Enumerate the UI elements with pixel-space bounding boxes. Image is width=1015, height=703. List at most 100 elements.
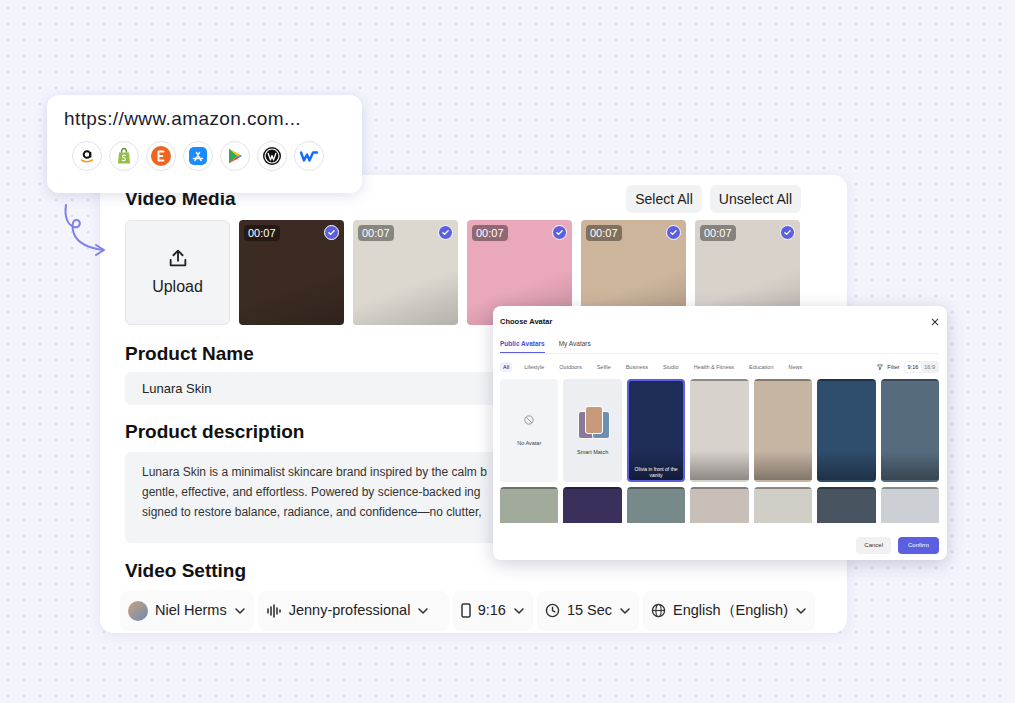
avatar-tile[interactable] (627, 487, 685, 523)
check-icon (783, 228, 792, 237)
clip-duration: 00:07 (586, 225, 622, 241)
media-clip[interactable]: 00:07 (353, 220, 458, 325)
voice-select-value: Jenny-professional (289, 600, 411, 622)
chevron-down-icon (619, 605, 631, 617)
settings-row: Niel Herms Jenny-professional 9:16 15 Sec En… (120, 591, 815, 631)
chevron-down-icon (795, 605, 807, 617)
avatar-tile[interactable] (817, 487, 875, 523)
upload-icon (167, 247, 189, 269)
platform-button[interactable] (183, 141, 213, 171)
chevron-down-icon (513, 605, 525, 617)
platform-button[interactable] (109, 141, 139, 171)
avatar-tile[interactable] (690, 487, 748, 523)
category-bar: All Lifestyle Outdoors Selfie Business Studio… (500, 361, 939, 373)
url-text[interactable]: https://www.amazon.com... (64, 107, 348, 132)
no-avatar-tile[interactable]: No Avatar (500, 379, 558, 482)
clip-duration: 00:07 (472, 225, 508, 241)
choose-avatar-dialog: Choose Avatar Public Avatars My Avatars All… (493, 306, 947, 560)
smart-match-tile[interactable]: Smart Match (563, 379, 621, 482)
ratio-option[interactable]: 16:9 (921, 362, 938, 372)
category-chip[interactable]: All (500, 362, 512, 372)
avatar-select-value: Niel Herms (155, 600, 227, 622)
cancel-button[interactable]: Cancel (856, 537, 891, 554)
category-chip[interactable]: News (785, 362, 805, 372)
category-list: All Lifestyle Outdoors Selfie Business Studio… (500, 362, 805, 372)
wordpress-icon (262, 146, 282, 166)
ratio-toggle: 9:1616:9 (904, 361, 939, 373)
category-chip[interactable]: Studio (660, 362, 682, 372)
dialog-header: Choose Avatar (500, 316, 939, 327)
dialog-footer: Cancel Confirm (500, 537, 939, 554)
tile-label: Smart Match (577, 448, 608, 456)
clip-checkbox[interactable] (666, 225, 681, 240)
close-icon[interactable] (931, 318, 939, 326)
avatar-tile[interactable]: Olivia in front of the vanity (627, 379, 685, 482)
upload-button[interactable]: Upload (125, 220, 230, 325)
url-import-popup: https://www.amazon.com... (47, 95, 362, 193)
app-store-icon (188, 146, 208, 166)
filter-controls: Filter 9:1616:9 (877, 361, 939, 373)
filter-label: Filter (887, 363, 899, 371)
check-icon (441, 228, 450, 237)
clip-checkbox[interactable] (324, 225, 339, 240)
filter-icon (877, 364, 883, 370)
clip-checkbox[interactable] (552, 225, 567, 240)
category-chip[interactable]: Selfie (594, 362, 614, 372)
clock-icon (545, 603, 560, 618)
avatar-tile[interactable] (817, 379, 875, 482)
tile-caption: Olivia in front of the vanity (629, 466, 683, 478)
ratio-select[interactable]: 9:16 (453, 591, 533, 631)
platform-button[interactable] (220, 141, 250, 171)
duration-select[interactable]: 15 Sec (537, 591, 639, 631)
platform-button[interactable] (146, 141, 176, 171)
avatar-tab[interactable]: My Avatars (559, 339, 591, 353)
clip-checkbox[interactable] (780, 225, 795, 240)
platform-button[interactable] (294, 141, 324, 171)
category-chip[interactable]: Business (623, 362, 651, 372)
avatar-tile[interactable] (563, 487, 621, 523)
check-icon (555, 228, 564, 237)
avatar-thumbnail (128, 601, 148, 621)
avatar-tile[interactable] (754, 379, 812, 482)
voice-select[interactable]: Jenny-professional (258, 591, 449, 631)
filter-button[interactable]: Filter (877, 363, 899, 371)
category-chip[interactable]: Outdoors (556, 362, 585, 372)
clip-checkbox[interactable] (438, 225, 453, 240)
media-clip[interactable]: 00:07 (239, 220, 344, 325)
shopify-icon (114, 146, 134, 166)
unselect-all-button[interactable]: Unselect All (710, 185, 801, 213)
amazon-icon (77, 146, 97, 166)
category-chip[interactable]: Education (746, 362, 776, 372)
avatar-grid-scroll: No Avatar Smart Match Olivia in front of t… (500, 379, 939, 523)
platform-button[interactable] (257, 141, 287, 171)
platform-button[interactable] (72, 141, 102, 171)
avatar-tile[interactable] (500, 487, 558, 523)
language-select[interactable]: English（English) (643, 591, 815, 631)
dialog-title: Choose Avatar (500, 316, 552, 327)
avatar-tile[interactable] (881, 487, 939, 523)
language-select-value: English（English) (673, 600, 788, 622)
confirm-button[interactable]: Confirm (898, 537, 939, 554)
etsy-icon (151, 146, 171, 166)
avatar-stack-icon (576, 406, 610, 442)
ratio-select-value: 9:16 (478, 600, 506, 622)
category-chip[interactable]: Health & Fitness (691, 362, 737, 372)
clip-duration: 00:07 (244, 225, 280, 241)
ratio-option[interactable]: 9:16 (905, 362, 922, 372)
avatar-tile[interactable] (690, 379, 748, 482)
tile-label: No Avatar (517, 439, 541, 447)
platform-icons (64, 141, 348, 171)
google-play-icon (225, 146, 245, 166)
select-all-button[interactable]: Select All (626, 185, 702, 213)
check-icon (327, 228, 336, 237)
chevron-down-icon (417, 605, 429, 617)
avatar-tile[interactable] (754, 487, 812, 523)
webflow-icon (299, 146, 319, 166)
avatar-tab[interactable]: Public Avatars (500, 339, 545, 353)
check-icon (669, 228, 678, 237)
category-chip[interactable]: Lifestyle (521, 362, 547, 372)
ban-icon (524, 415, 534, 425)
avatar-select[interactable]: Niel Herms (120, 591, 254, 631)
avatar-tile[interactable] (881, 379, 939, 482)
curved-arrow-icon (58, 203, 110, 259)
